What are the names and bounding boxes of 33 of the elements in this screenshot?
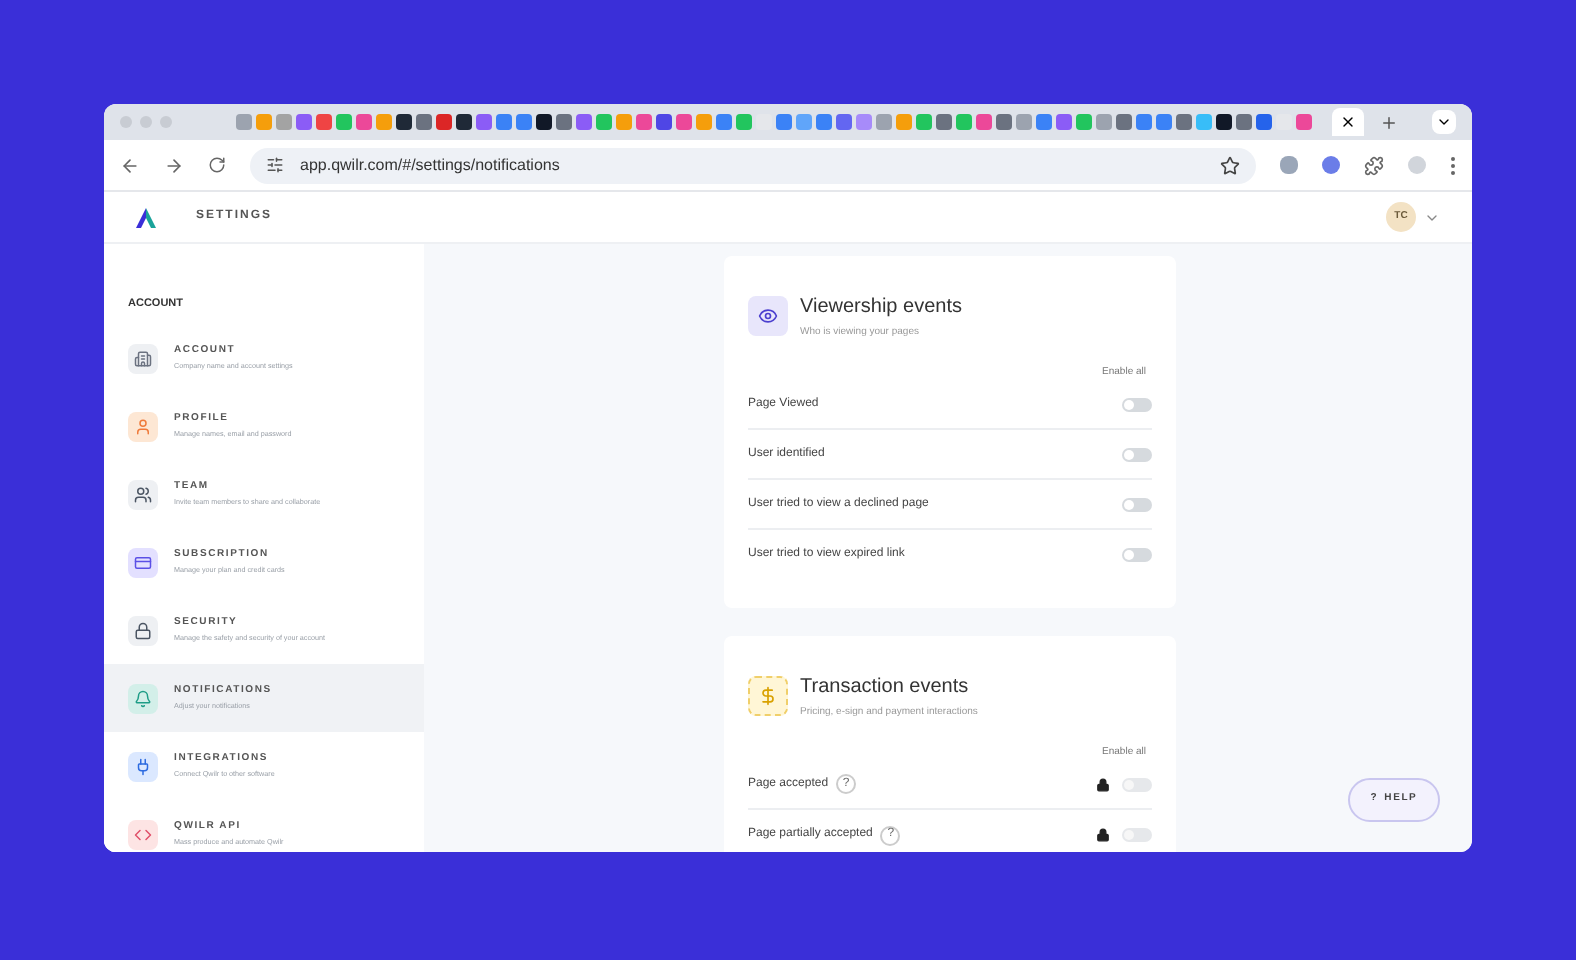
section-title: Viewership events: [800, 294, 962, 322]
url-text: app.qwilr.com/#/settings/notifications: [300, 153, 562, 177]
site-settings-icon[interactable]: [266, 156, 284, 174]
app-logo-icon: [136, 207, 156, 227]
forward-icon[interactable]: [164, 155, 184, 175]
section-title: Transaction events: [800, 674, 971, 702]
extension-icon[interactable]: [1322, 156, 1340, 174]
section-icon: [748, 676, 788, 717]
sidebar-item-icon: [128, 343, 158, 374]
reload-icon[interactable]: [208, 156, 226, 174]
sidebar-item-icon: [128, 819, 158, 850]
active-tab[interactable]: [1332, 108, 1364, 136]
sidebar-item-icon: [128, 683, 158, 714]
sidebar-item-icon: [128, 615, 158, 646]
close-icon[interactable]: [1340, 114, 1356, 130]
toggle-switch[interactable]: [1122, 777, 1152, 791]
extension-icon[interactable]: [1280, 156, 1298, 174]
toggle-switch[interactable]: [1122, 497, 1152, 511]
toggle-switch[interactable]: [1122, 548, 1152, 562]
bookmark-star-icon[interactable]: [1220, 155, 1240, 175]
more-menu-icon[interactable]: [1450, 155, 1456, 175]
sidebar-item-icon: [128, 547, 158, 578]
toggle-switch[interactable]: [1122, 397, 1152, 411]
toggle-switch[interactable]: [1122, 828, 1152, 842]
toggle-switch[interactable]: [1122, 447, 1152, 461]
new-tab-icon[interactable]: [1380, 113, 1398, 131]
extensions-icon[interactable]: [1364, 155, 1384, 175]
back-icon[interactable]: [120, 155, 140, 175]
address-bar[interactable]: app.qwilr.com/#/settings/notifications: [250, 147, 1256, 183]
sidebar-item-icon: [128, 751, 158, 782]
section-icon: [748, 296, 788, 337]
sidebar-item-icon: [128, 479, 158, 510]
sidebar-item-icon: [128, 411, 158, 442]
